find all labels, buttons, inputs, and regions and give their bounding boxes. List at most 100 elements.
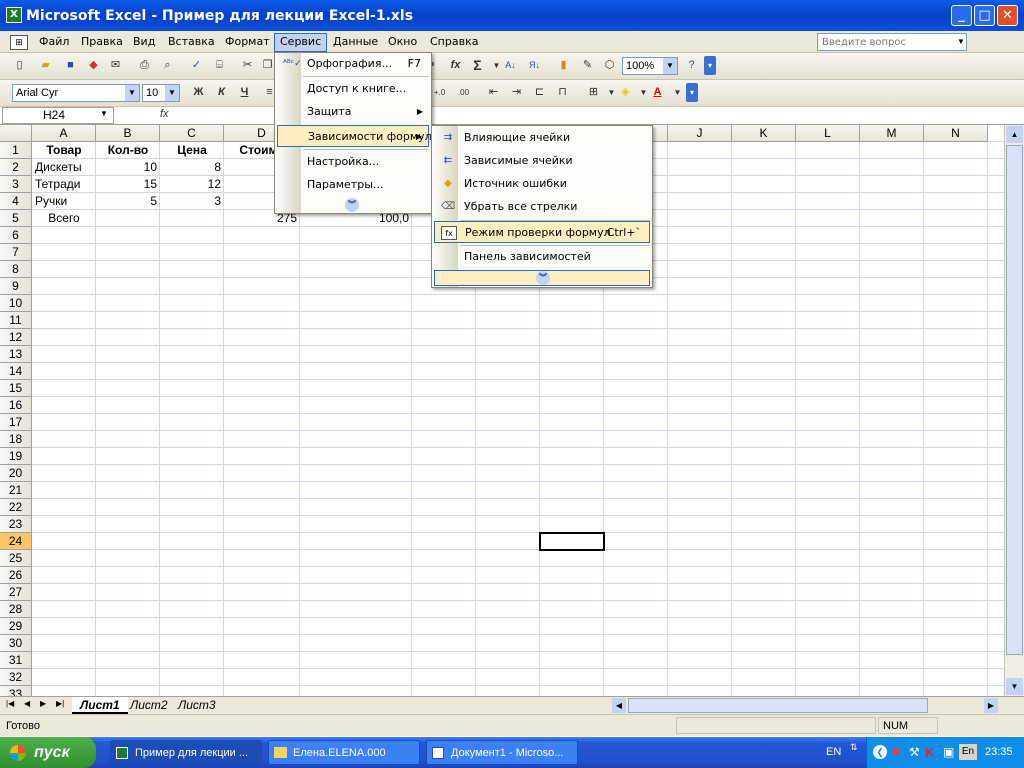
row-header-6[interactable]: 6 bbox=[0, 227, 32, 244]
cut-icon[interactable]: ✂ bbox=[238, 56, 257, 75]
row-header-3[interactable]: 3 bbox=[0, 176, 32, 193]
task-folder[interactable]: Елена.ELENA.000 bbox=[268, 740, 420, 765]
next-sheet-icon[interactable]: ▶ bbox=[40, 699, 46, 708]
zoom-dropdown-icon[interactable]: ▼ bbox=[663, 58, 677, 74]
print-preview-icon[interactable]: ⌕ bbox=[158, 56, 177, 75]
excel-app-icon[interactable]: X bbox=[6, 7, 22, 23]
menu-item-protection[interactable]: Защита ▶ bbox=[277, 101, 429, 123]
scroll-up-icon[interactable]: ▲ bbox=[1006, 126, 1023, 143]
select-all-corner[interactable] bbox=[0, 125, 32, 142]
row-header-15[interactable]: 15 bbox=[0, 380, 32, 397]
row-header-31[interactable]: 31 bbox=[0, 652, 32, 669]
menu-item-customize[interactable]: Настройка... bbox=[277, 151, 429, 173]
menu-edit[interactable]: Правка bbox=[76, 34, 128, 51]
font-size-select[interactable]: 10 ▼ bbox=[142, 84, 180, 102]
sort-descending-icon[interactable]: Я↓ bbox=[525, 56, 544, 75]
zoom-select[interactable]: 100% ▼ bbox=[622, 57, 678, 75]
font-name-select[interactable]: Arial Cyr ▼ bbox=[12, 84, 140, 102]
language-bar-icon[interactable]: ⇅ bbox=[850, 742, 858, 753]
row-header-16[interactable]: 16 bbox=[0, 397, 32, 414]
spelling-icon[interactable]: ✓ bbox=[187, 56, 206, 75]
column-header-n[interactable]: N bbox=[924, 125, 988, 142]
chart-wizard-icon[interactable]: ▮ bbox=[554, 56, 573, 75]
row-header-5[interactable]: 5 bbox=[0, 210, 32, 227]
row-header-20[interactable]: 20 bbox=[0, 465, 32, 482]
row-header-21[interactable]: 21 bbox=[0, 482, 32, 499]
row-header-33[interactable]: 33 bbox=[0, 686, 32, 696]
cell-a1[interactable]: Товар bbox=[32, 142, 96, 159]
column-header-m[interactable]: M bbox=[860, 125, 924, 142]
network-icon[interactable]: ✖ bbox=[891, 745, 901, 759]
row-header-17[interactable]: 17 bbox=[0, 414, 32, 431]
column-header-a[interactable]: A bbox=[32, 125, 96, 142]
row-header-2[interactable]: 2 bbox=[0, 159, 32, 176]
underline-button[interactable]: Ч bbox=[235, 83, 254, 102]
question-dropdown-icon[interactable]: ▼ bbox=[955, 34, 967, 50]
cell-a5[interactable]: Всего bbox=[32, 210, 96, 227]
row-header-26[interactable]: 26 bbox=[0, 567, 32, 584]
cell-b4[interactable]: 5 bbox=[96, 193, 160, 210]
minimize-button[interactable]: _ bbox=[951, 5, 972, 26]
save-icon[interactable]: ■ bbox=[61, 56, 80, 75]
borders-icon[interactable]: ⊞ bbox=[584, 83, 603, 102]
menu-data[interactable]: Данные bbox=[328, 34, 383, 51]
cell-a3[interactable]: Тетради bbox=[32, 176, 96, 193]
sheet-tab-1[interactable]: Лист1 bbox=[72, 697, 128, 714]
menu-view[interactable]: Вид bbox=[128, 34, 160, 51]
row-header-13[interactable]: 13 bbox=[0, 346, 32, 363]
prev-sheet-icon[interactable]: ◀ bbox=[24, 699, 30, 708]
column-header-l[interactable]: L bbox=[796, 125, 860, 142]
workbook-icon[interactable]: ⊞ bbox=[10, 35, 28, 50]
italic-button[interactable]: К bbox=[212, 83, 231, 102]
task-word[interactable]: Документ1 - Microso... bbox=[426, 740, 578, 765]
menu-item-formula-auditing-mode[interactable]: fx Режим проверки формул Ctrl+` bbox=[434, 221, 650, 243]
cell-a4[interactable]: Ручки bbox=[32, 193, 96, 210]
close-button[interactable]: ✕ bbox=[997, 5, 1018, 26]
cell-c1[interactable]: Цена bbox=[160, 142, 224, 159]
menu-help[interactable]: Справка bbox=[425, 34, 483, 51]
row-header-14[interactable]: 14 bbox=[0, 363, 32, 380]
active-cell-cursor[interactable] bbox=[539, 532, 605, 551]
row-header-9[interactable]: 9 bbox=[0, 278, 32, 295]
drawing-icon[interactable]: ✎ bbox=[578, 56, 597, 75]
cell-b2[interactable]: 10 bbox=[96, 159, 160, 176]
scroll-right-icon[interactable]: ▶ bbox=[984, 698, 998, 713]
text-direction-icon[interactable]: ⊓ bbox=[553, 83, 572, 102]
row-header-32[interactable]: 32 bbox=[0, 669, 32, 686]
row-header-23[interactable]: 23 bbox=[0, 516, 32, 533]
sort-ascending-icon[interactable]: A↓ bbox=[501, 56, 520, 75]
print-icon[interactable]: ⎙ bbox=[135, 56, 154, 75]
menu-item-remove-arrows[interactable]: ⌫ Убрать все стрелки bbox=[434, 196, 650, 218]
menu-item-trace-error[interactable]: ◆ Источник ошибки bbox=[434, 173, 650, 195]
row-header-8[interactable]: 8 bbox=[0, 261, 32, 278]
row-header-29[interactable]: 29 bbox=[0, 618, 32, 635]
scroll-left-icon[interactable]: ◀ bbox=[612, 698, 626, 713]
autosum-icon[interactable]: Σ bbox=[468, 56, 487, 75]
antivirus-icon[interactable]: K bbox=[925, 745, 934, 760]
name-box[interactable]: H24 bbox=[2, 107, 114, 124]
formatting-options-icon[interactable]: ▾ bbox=[686, 83, 698, 102]
row-header-4[interactable]: 4 bbox=[0, 193, 32, 210]
font-name-dropdown-icon[interactable]: ▼ bbox=[125, 85, 139, 101]
scroll-down-icon[interactable]: ▼ bbox=[1006, 678, 1023, 695]
column-header-b[interactable]: B bbox=[96, 125, 160, 142]
column-header-c[interactable]: C bbox=[160, 125, 224, 142]
language-indicator[interactable]: EN bbox=[826, 746, 841, 758]
map-icon[interactable]: ⬡ bbox=[600, 56, 619, 75]
row-header-10[interactable]: 10 bbox=[0, 295, 32, 312]
row-header-19[interactable]: 19 bbox=[0, 448, 32, 465]
cell-c3[interactable]: 12 bbox=[160, 176, 224, 193]
name-box-dropdown-icon[interactable]: ▼ bbox=[100, 109, 108, 118]
menu-item-formula-auditing[interactable]: Зависимости формул ▶ bbox=[277, 125, 432, 147]
menu-insert[interactable]: Вставка bbox=[163, 34, 220, 51]
sheet-tab-2[interactable]: Лист2 bbox=[122, 697, 176, 714]
row-header-11[interactable]: 11 bbox=[0, 312, 32, 329]
menu-item-auditing-toolbar[interactable]: Панель зависимостей bbox=[434, 246, 650, 268]
first-sheet-icon[interactable]: |◀ bbox=[6, 699, 14, 708]
menu-item-trace-precedents[interactable]: ⇉ Влияющие ячейки bbox=[434, 127, 650, 149]
font-color-dropdown-icon[interactable]: ▼ bbox=[668, 83, 687, 102]
cell-b1[interactable]: Кол-во bbox=[96, 142, 160, 159]
increase-decimal-icon[interactable]: +.0 bbox=[430, 83, 449, 102]
row-header-27[interactable]: 27 bbox=[0, 584, 32, 601]
email-icon[interactable]: ✉ bbox=[106, 56, 125, 75]
